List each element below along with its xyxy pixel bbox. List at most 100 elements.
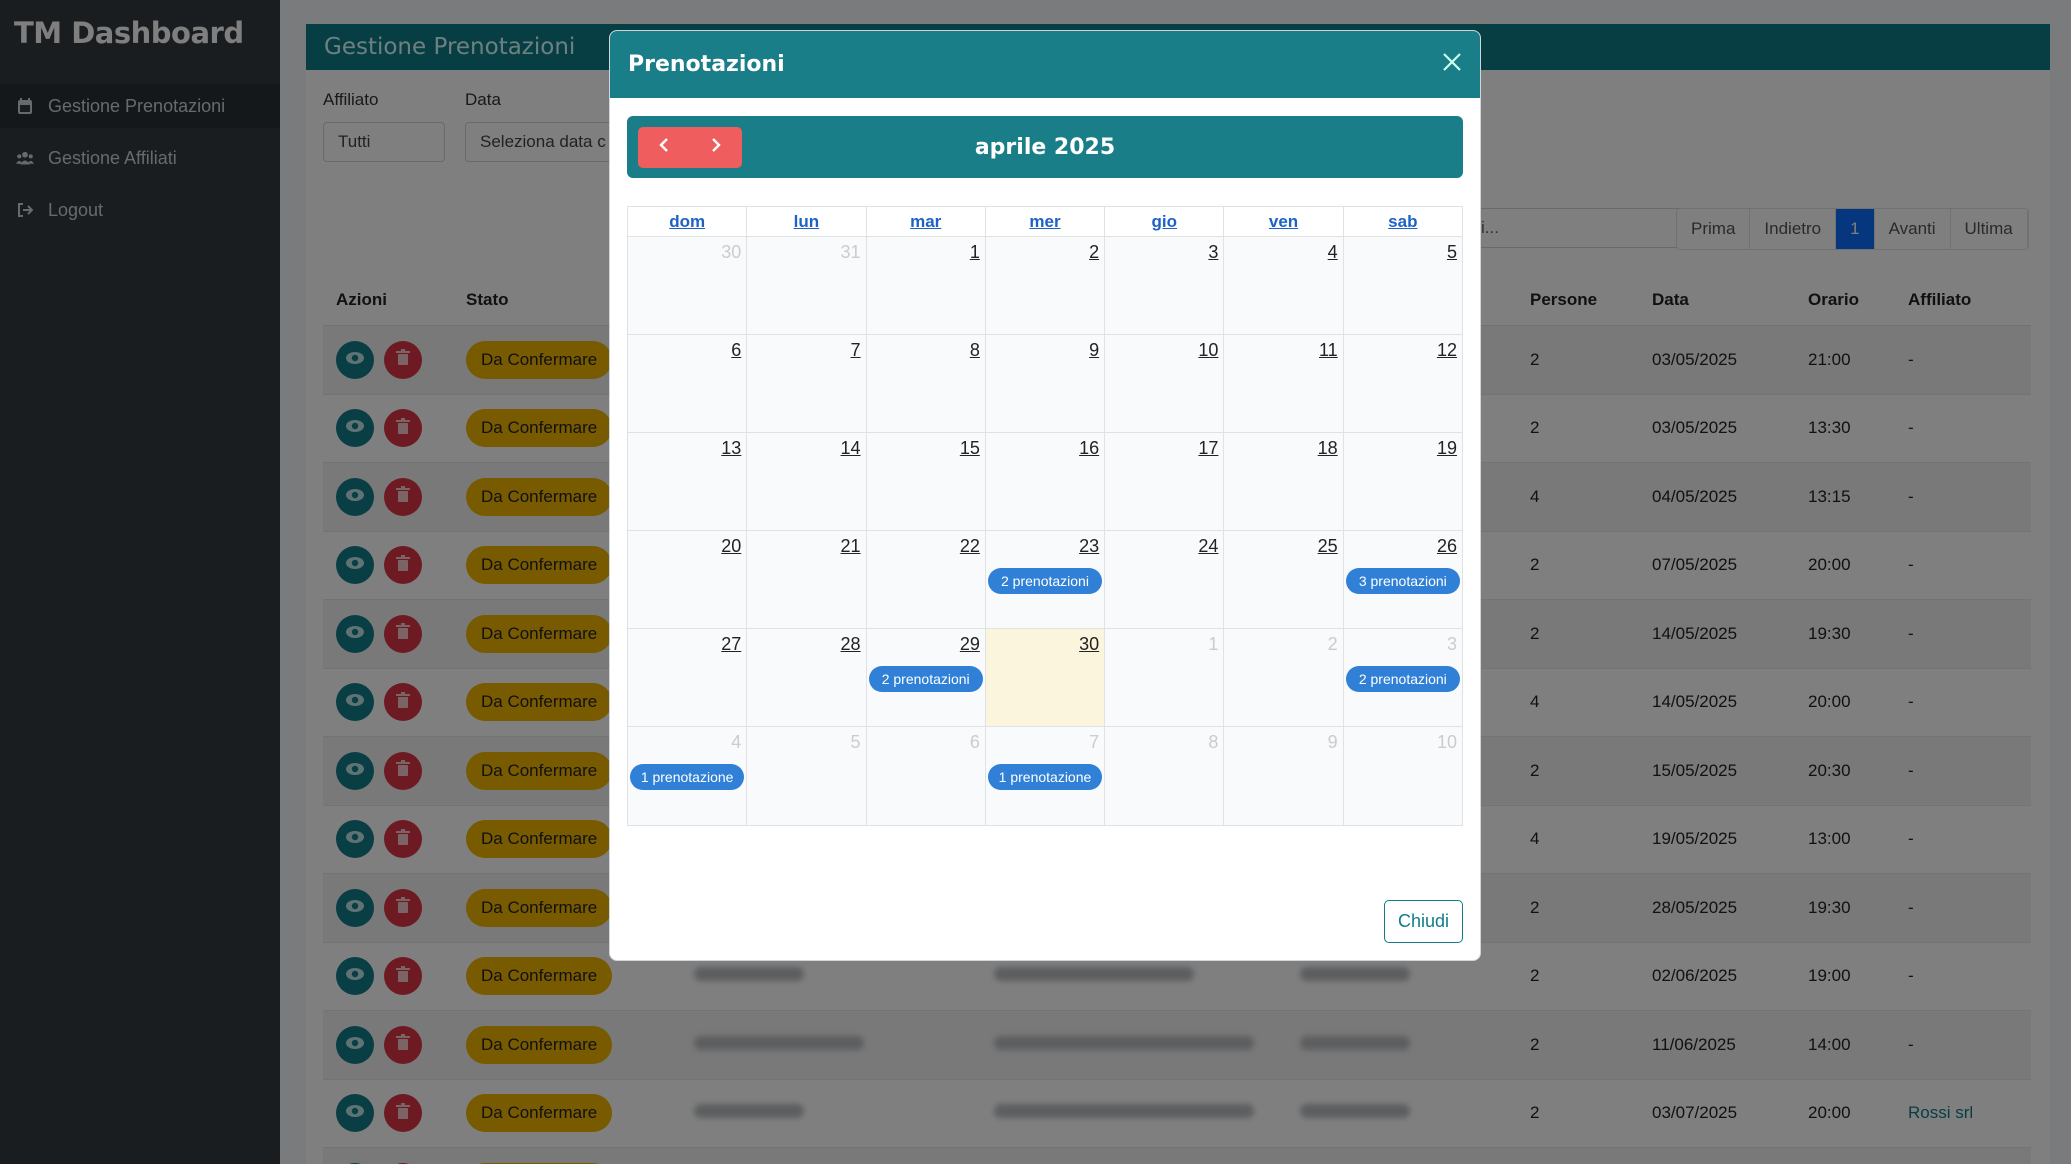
calendar-day[interactable]: 26 3 prenotazioni — [1343, 531, 1462, 628]
calendar-day[interactable]: 9 — [1224, 727, 1344, 825]
weekday-mer[interactable]: mer — [986, 207, 1106, 236]
calendar-day[interactable]: 5 — [1343, 237, 1462, 334]
calendar-day[interactable]: 31 — [747, 237, 867, 334]
calendar-day[interactable]: 30 — [985, 629, 1106, 726]
day-number[interactable]: 13 — [721, 438, 741, 459]
day-number[interactable]: 2 — [1328, 634, 1338, 655]
day-number[interactable]: 3 — [1447, 634, 1457, 655]
booking-event[interactable]: 1 prenotazione — [630, 764, 745, 790]
day-number[interactable]: 17 — [1198, 438, 1218, 459]
day-number[interactable]: 5 — [1447, 242, 1457, 263]
day-number[interactable]: 11 — [1319, 340, 1338, 361]
day-number[interactable]: 20 — [721, 536, 741, 557]
day-number[interactable]: 7 — [851, 340, 861, 361]
day-number[interactable]: 22 — [960, 536, 980, 557]
day-number[interactable]: 30 — [721, 242, 741, 263]
day-number[interactable]: 23 — [1079, 536, 1099, 557]
booking-event[interactable]: 3 prenotazioni — [1345, 568, 1460, 594]
prev-month-button[interactable] — [638, 127, 690, 168]
day-number[interactable]: 8 — [970, 340, 980, 361]
calendar-day[interactable]: 14 — [747, 433, 867, 530]
calendar-day[interactable]: 5 — [747, 727, 867, 825]
calendar-day[interactable]: 28 — [747, 629, 867, 726]
calendar-day[interactable]: 3 2 prenotazioni — [1343, 629, 1462, 726]
weekday-dom[interactable]: dom — [628, 207, 748, 236]
day-number[interactable]: 9 — [1089, 340, 1099, 361]
day-number[interactable]: 6 — [731, 340, 741, 361]
booking-event[interactable]: 2 prenotazioni — [868, 666, 983, 692]
calendar-day[interactable]: 2 — [1224, 629, 1344, 726]
day-number[interactable]: 29 — [960, 634, 980, 655]
day-number[interactable]: 2 — [1089, 242, 1099, 263]
calendar-day[interactable]: 12 — [1343, 335, 1462, 432]
day-number[interactable]: 1 — [1208, 634, 1218, 655]
booking-event[interactable]: 1 prenotazione — [987, 764, 1103, 790]
day-number[interactable]: 5 — [851, 732, 861, 753]
calendar-day[interactable]: 24 — [1105, 531, 1225, 628]
day-number[interactable]: 27 — [721, 634, 741, 655]
day-number[interactable]: 1 — [970, 242, 980, 263]
booking-event[interactable]: 2 prenotazioni — [987, 568, 1103, 594]
day-number[interactable]: 21 — [841, 536, 861, 557]
day-number[interactable]: 19 — [1437, 438, 1457, 459]
calendar-day[interactable]: 25 — [1224, 531, 1344, 628]
close-button[interactable]: Chiudi — [1383, 900, 1463, 943]
calendar-day[interactable]: 10 — [1343, 727, 1462, 825]
day-number[interactable]: 10 — [1198, 340, 1218, 361]
calendar-day[interactable]: 7 — [747, 335, 867, 432]
calendar-day[interactable]: 13 — [628, 433, 748, 530]
weekday-gio[interactable]: gio — [1105, 207, 1225, 236]
calendar-day[interactable]: 27 — [628, 629, 748, 726]
day-number[interactable]: 12 — [1437, 340, 1457, 361]
calendar-day[interactable]: 21 — [747, 531, 867, 628]
calendar-day[interactable]: 2 — [985, 237, 1106, 334]
calendar-day[interactable]: 8 — [866, 335, 986, 432]
day-number[interactable]: 3 — [1208, 242, 1218, 263]
calendar-day[interactable]: 22 — [866, 531, 986, 628]
calendar-day[interactable]: 16 — [985, 433, 1106, 530]
calendar-day[interactable]: 11 — [1224, 335, 1344, 432]
calendar-day[interactable]: 6 — [866, 727, 986, 825]
day-number[interactable]: 25 — [1318, 536, 1338, 557]
weekday-ven[interactable]: ven — [1224, 207, 1344, 236]
day-number[interactable]: 4 — [1328, 242, 1338, 263]
calendar-day[interactable]: 8 — [1105, 727, 1225, 825]
day-number[interactable]: 9 — [1328, 732, 1338, 753]
day-number[interactable]: 18 — [1318, 438, 1338, 459]
calendar-day[interactable]: 19 — [1343, 433, 1462, 530]
calendar-day[interactable]: 1 — [1105, 629, 1225, 726]
booking-event[interactable]: 2 prenotazioni — [1345, 666, 1460, 692]
calendar-day[interactable]: 23 2 prenotazioni — [985, 531, 1106, 628]
day-number[interactable]: 31 — [841, 242, 861, 263]
calendar-day[interactable]: 9 — [985, 335, 1106, 432]
day-number[interactable]: 14 — [841, 438, 861, 459]
weekday-sab[interactable]: sab — [1344, 207, 1462, 236]
day-number[interactable]: 16 — [1079, 438, 1099, 459]
calendar-day[interactable]: 18 — [1224, 433, 1344, 530]
calendar-day[interactable]: 4 — [1224, 237, 1344, 334]
calendar-day[interactable]: 7 1 prenotazione — [985, 727, 1106, 825]
day-number[interactable]: 28 — [841, 634, 861, 655]
day-number[interactable]: 15 — [960, 438, 980, 459]
day-number[interactable]: 6 — [970, 732, 980, 753]
day-number[interactable]: 26 — [1437, 536, 1457, 557]
next-month-button[interactable] — [690, 127, 742, 168]
calendar-day[interactable]: 1 — [866, 237, 986, 334]
day-number[interactable]: 10 — [1437, 732, 1457, 753]
calendar-day[interactable]: 6 — [628, 335, 748, 432]
day-number[interactable]: 4 — [731, 732, 741, 753]
weekday-lun[interactable]: lun — [747, 207, 867, 236]
calendar-day[interactable]: 3 — [1105, 237, 1225, 334]
calendar-day[interactable]: 30 — [628, 237, 748, 334]
calendar-day[interactable]: 29 2 prenotazioni — [866, 629, 986, 726]
calendar-day[interactable]: 15 — [866, 433, 986, 530]
weekday-mar[interactable]: mar — [867, 207, 986, 236]
calendar-day[interactable]: 4 1 prenotazione — [628, 727, 748, 825]
day-number[interactable]: 8 — [1208, 732, 1218, 753]
calendar-day[interactable]: 17 — [1105, 433, 1225, 530]
calendar-day[interactable]: 20 — [628, 531, 748, 628]
day-number[interactable]: 7 — [1089, 732, 1099, 753]
day-number[interactable]: 30 — [1079, 634, 1099, 655]
close-icon[interactable] — [1442, 52, 1462, 77]
calendar-day[interactable]: 10 — [1105, 335, 1225, 432]
